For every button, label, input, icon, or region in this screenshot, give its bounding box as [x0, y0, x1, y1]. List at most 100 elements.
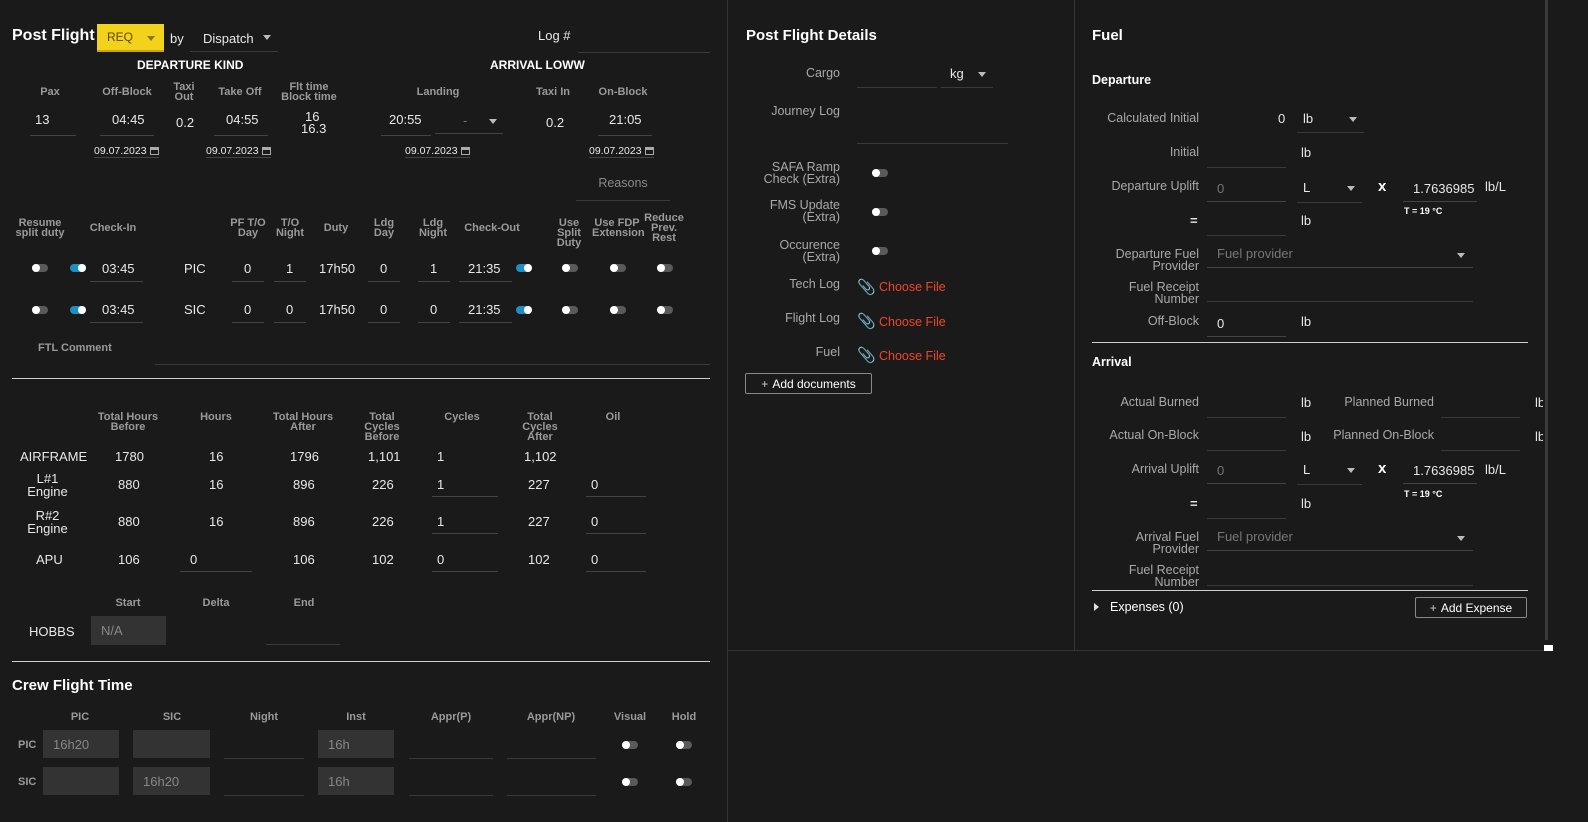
off-block-input[interactable]: 04:45	[100, 112, 154, 136]
cft-appr-np-input[interactable]	[507, 731, 596, 759]
cft-visual-toggle[interactable]	[622, 778, 638, 786]
cft-appr-p-input[interactable]	[409, 768, 493, 796]
check-in-input[interactable]: 03:45	[90, 297, 143, 323]
cft-pic-input[interactable]: 16h20	[43, 730, 119, 758]
hobbs-end-input[interactable]	[266, 618, 340, 645]
check-out-input[interactable]: 21:35	[459, 256, 512, 282]
occurence-toggle[interactable]	[872, 247, 888, 255]
dep-provider-select[interactable]: Fuel provider	[1207, 240, 1473, 268]
density-input[interactable]: 1.7636985	[1403, 174, 1477, 202]
cargo-unit-select[interactable]: kg	[941, 60, 993, 88]
date-on-block[interactable]: 09.07.2023	[589, 145, 654, 158]
arrival-uplift-input[interactable]: 0	[1207, 456, 1286, 484]
check-out-toggle[interactable]	[516, 264, 532, 272]
reduce-rest-toggle[interactable]	[657, 306, 673, 314]
use-fdp-toggle[interactable]	[610, 306, 626, 314]
ldg-day-input[interactable]: 0	[368, 256, 400, 282]
oil-input[interactable]: 0	[586, 471, 646, 497]
status-select[interactable]: REQ	[97, 24, 164, 52]
use-split-toggle[interactable]	[562, 264, 578, 272]
planned-burned-input[interactable]	[1441, 389, 1520, 418]
check-in-toggle[interactable]	[70, 306, 86, 314]
departure-uplift-input[interactable]: 0	[1207, 174, 1286, 202]
cycles-input[interactable]: 1	[432, 471, 498, 497]
pf-day-input[interactable]: 0	[232, 297, 264, 323]
journey-log-input[interactable]	[857, 100, 1008, 144]
date-take-off[interactable]: 09.07.2023	[206, 145, 271, 158]
ldg-night-input[interactable]: 0	[418, 297, 450, 323]
pf-day-input[interactable]: 0	[232, 256, 264, 282]
calc-initial-unit-select[interactable]: lb	[1297, 104, 1364, 133]
cft-night-input[interactable]	[224, 731, 304, 759]
add-expense-button[interactable]: + Add Expense	[1415, 597, 1527, 618]
flight-log-choose-file[interactable]: Choose File	[879, 315, 946, 329]
resize-handle[interactable]	[1544, 645, 1553, 651]
ldg-day-input[interactable]: 0	[368, 297, 400, 323]
reasons-input[interactable]: Reasons	[576, 176, 670, 201]
cft-visual-toggle[interactable]	[622, 741, 638, 749]
by-select[interactable]: Dispatch	[190, 24, 278, 52]
arrival-uplift-unit-select[interactable]: L	[1297, 456, 1362, 485]
to-night-input[interactable]: 1	[274, 256, 306, 282]
cft-sic-input[interactable]	[133, 730, 210, 758]
expenses-toggle[interactable]: Expenses (0)	[1094, 600, 1254, 615]
actual-burned-input[interactable]	[1207, 389, 1286, 418]
cft-sic-input[interactable]: 16h20	[133, 767, 210, 795]
off-block-fuel-input[interactable]: 0	[1207, 309, 1286, 337]
cft-pic-input[interactable]	[43, 767, 119, 795]
safa-toggle[interactable]	[872, 169, 888, 177]
scrollbar-track[interactable]	[1545, 0, 1548, 640]
planned-onblock-input[interactable]	[1441, 422, 1520, 451]
resume-split-toggle[interactable]	[32, 264, 48, 272]
check-out-toggle[interactable]	[516, 306, 532, 314]
pax-input[interactable]: 13	[30, 112, 76, 136]
on-block-input[interactable]: 21:05	[598, 112, 652, 136]
oil-input[interactable]: 0	[586, 546, 646, 572]
to-night-input[interactable]: 0	[274, 297, 306, 323]
use-fdp-toggle[interactable]	[610, 264, 626, 272]
actual-burned-label: Actual Burned	[1120, 395, 1199, 409]
hours-input[interactable]: 0	[180, 546, 252, 572]
tech-log-choose-file[interactable]: Choose File	[879, 280, 946, 294]
use-split-toggle[interactable]	[562, 306, 578, 314]
fms-toggle[interactable]	[872, 208, 888, 216]
cft-inst-input[interactable]: 16h	[318, 730, 394, 758]
cft-hold-toggle[interactable]	[676, 741, 692, 749]
landing-input[interactable]: 20:55	[381, 112, 431, 136]
cargo-input[interactable]	[857, 60, 937, 88]
arrival-total-input[interactable]	[1207, 490, 1286, 519]
dep-receipt-input[interactable]	[1207, 274, 1473, 302]
arr-receipt-input[interactable]	[1207, 558, 1473, 586]
cft-hold-toggle[interactable]	[676, 778, 692, 786]
date-landing[interactable]: 09.07.2023	[405, 145, 470, 158]
cft-appr-p-input[interactable]	[409, 731, 493, 759]
fuel-choose-file[interactable]: Choose File	[879, 349, 946, 363]
cft-visual-header: Visual	[613, 711, 647, 723]
cft-night-input[interactable]	[224, 768, 304, 796]
date-off-block[interactable]: 09.07.2023	[94, 145, 159, 158]
hobbs-start-input[interactable]: N/A	[91, 616, 166, 645]
off-block-fuel-label: Off-Block	[1147, 314, 1199, 328]
cft-appr-np-input[interactable]	[507, 768, 596, 796]
log-number-input[interactable]	[578, 24, 710, 53]
take-off-input[interactable]: 04:55	[214, 112, 268, 136]
oil-input[interactable]: 0	[586, 508, 646, 534]
initial-input[interactable]	[1207, 139, 1286, 168]
landing-select[interactable]: -	[435, 108, 503, 134]
check-in-input[interactable]: 03:45	[90, 256, 143, 282]
ldg-night-input[interactable]: 1	[418, 256, 450, 282]
actual-onblock-input[interactable]	[1207, 422, 1286, 451]
check-in-toggle[interactable]	[70, 264, 86, 272]
arrival-density-input[interactable]: 1.7636985	[1403, 456, 1477, 484]
resume-split-toggle[interactable]	[32, 306, 48, 314]
ftl-comment-input[interactable]	[155, 337, 710, 365]
arr-provider-select[interactable]: Fuel provider	[1207, 523, 1473, 551]
check-out-input[interactable]: 21:35	[459, 297, 512, 323]
cft-inst-input[interactable]: 16h	[318, 767, 394, 795]
cycles-input[interactable]: 1	[432, 508, 498, 534]
departure-total-input[interactable]	[1207, 207, 1286, 236]
reduce-rest-toggle[interactable]	[657, 264, 673, 272]
cycles-input[interactable]: 0	[432, 546, 498, 572]
departure-uplift-unit-select[interactable]: L	[1297, 174, 1362, 203]
add-documents-button[interactable]: + Add documents	[745, 373, 872, 394]
